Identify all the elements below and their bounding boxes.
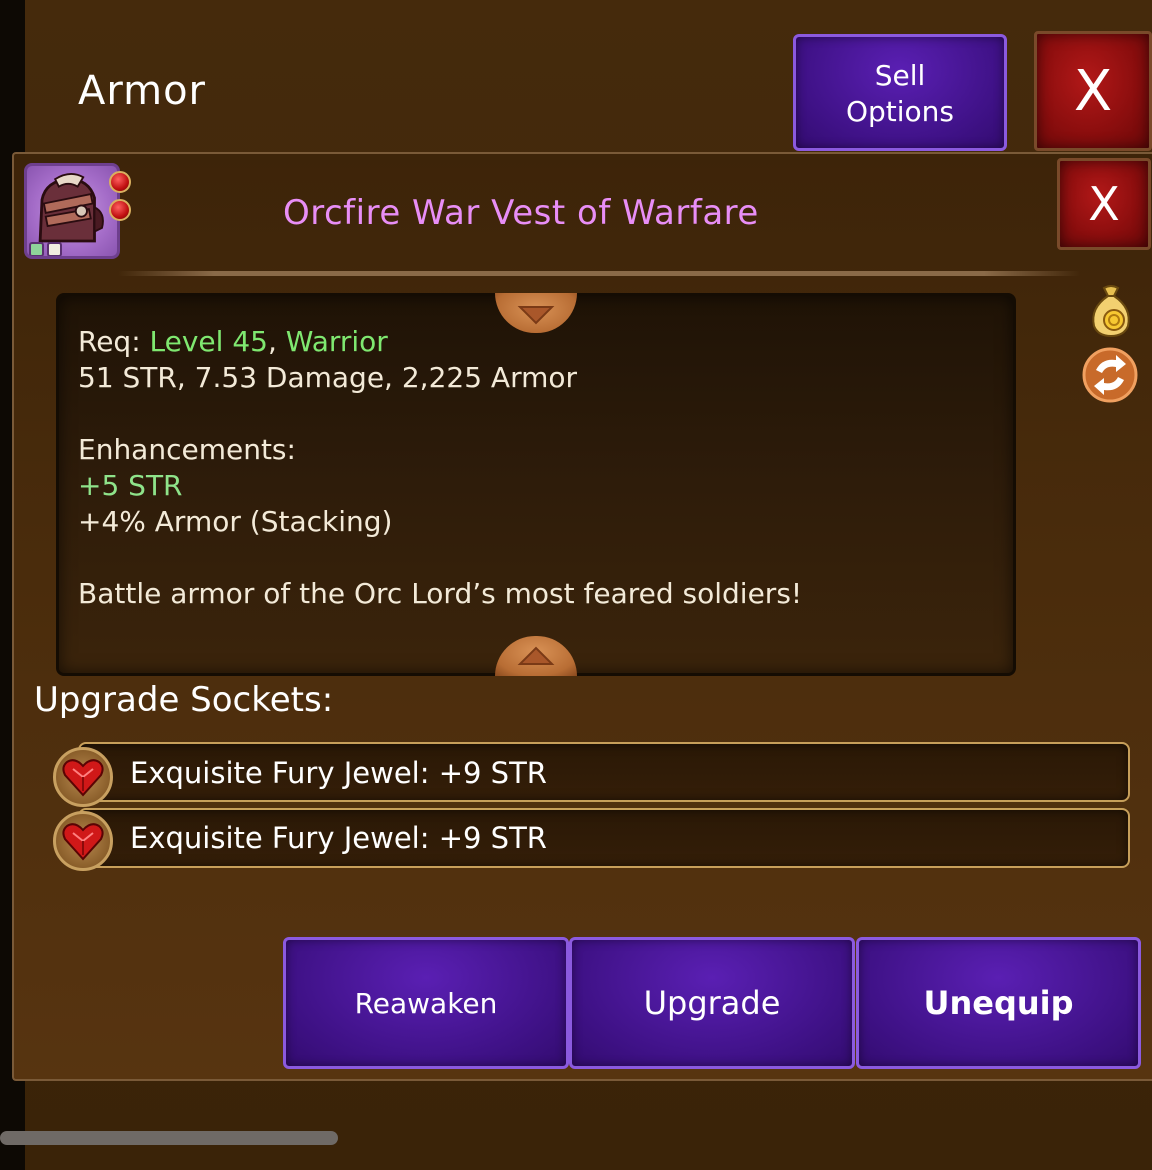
upgrade-label: Upgrade	[643, 984, 781, 1022]
req-class: Warrior	[285, 325, 388, 358]
unequip-label: Unequip	[923, 984, 1074, 1022]
close-item-button[interactable]: X	[1057, 158, 1151, 250]
enhancement-armor: +4% Armor (Stacking)	[78, 505, 393, 538]
flavor-text: Battle armor of the Orc Lord’s most fear…	[78, 577, 803, 610]
close-icon: X	[1073, 58, 1113, 124]
socket-slot-dot	[47, 242, 62, 256]
enhancement-str: +5 STR	[78, 469, 183, 502]
gold-bag-icon[interactable]	[1086, 282, 1136, 338]
header-divider	[118, 271, 1080, 276]
ruby-gem-dot-icon	[109, 199, 131, 221]
upgrade-button[interactable]: Upgrade	[569, 937, 855, 1069]
ruby-gem-dot-icon	[109, 171, 131, 193]
swap-icon[interactable]	[1082, 346, 1138, 403]
unequip-button[interactable]: Unequip	[856, 937, 1141, 1069]
item-name: Orcfire War Vest of Warfare	[283, 193, 759, 233]
close-icon: X	[1088, 177, 1120, 231]
screen-title: Armor	[78, 68, 206, 114]
stats-line: 51 STR, 7.53 Damage, 2,225 Armor	[78, 361, 578, 394]
sell-options-label-line1: Sell	[874, 58, 926, 92]
socket-label: Exquisite Fury Jewel: +9 STR	[130, 756, 547, 790]
req-prefix: Req:	[78, 325, 150, 358]
ruby-heart-gem-icon	[53, 811, 113, 871]
orc-helmet-armor-icon[interactable]	[24, 163, 120, 259]
horizontal-scrollbar[interactable]	[0, 1131, 338, 1145]
reawaken-label: Reawaken	[354, 986, 498, 1020]
enhancements-title: Enhancements:	[78, 433, 296, 466]
reawaken-button[interactable]: Reawaken	[283, 937, 569, 1069]
sell-options-label-line2: Options	[845, 94, 955, 128]
socket-slot-dot	[29, 242, 44, 256]
sell-options-button[interactable]: Sell Options	[793, 34, 1007, 151]
upgrade-sockets-title: Upgrade Sockets:	[34, 680, 334, 720]
ruby-heart-gem-icon	[53, 747, 113, 807]
socket-label: Exquisite Fury Jewel: +9 STR	[130, 821, 547, 855]
requirements-line: Req: Level 45, Warrior	[78, 324, 978, 360]
req-separator: ,	[267, 325, 286, 358]
close-screen-button[interactable]: X	[1034, 31, 1152, 151]
req-level: Level 45	[149, 325, 268, 358]
